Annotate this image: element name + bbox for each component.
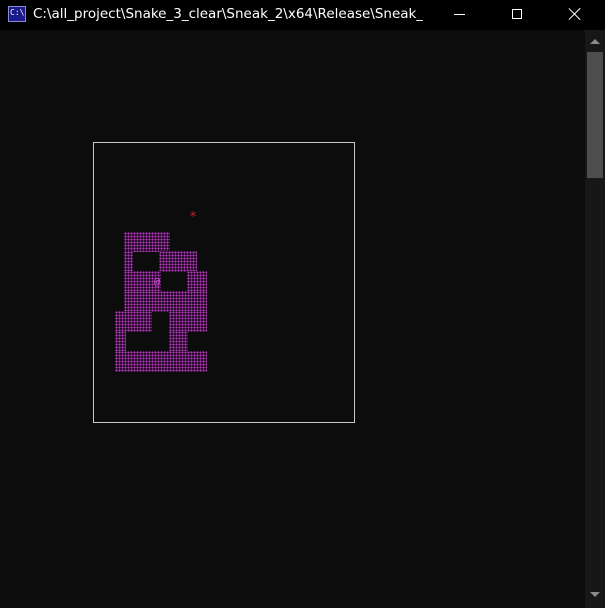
scroll-up-arrow-icon[interactable] <box>590 39 600 44</box>
app-icon-text: C:\ <box>10 8 25 17</box>
snake-body-segment <box>124 291 207 312</box>
vertical-scrollbar[interactable] <box>585 30 605 608</box>
snake-body-segment <box>124 251 133 272</box>
snake-body-segment <box>115 311 152 332</box>
title-bar[interactable]: C:\ C:\all_project\Snake_3_clear\Sneak_2… <box>0 0 605 30</box>
snake-body-segment <box>115 331 126 352</box>
console-window: C:\ C:\all_project\Snake_3_clear\Sneak_2… <box>0 0 605 608</box>
minimize-button[interactable] <box>436 0 482 30</box>
close-button[interactable] <box>552 0 598 30</box>
food-item: * <box>189 210 197 225</box>
snake-body-segment <box>124 232 170 252</box>
scrollbar-thumb[interactable] <box>587 52 603 178</box>
snake-body-segment <box>169 311 207 332</box>
minimize-icon <box>454 14 465 15</box>
maximize-button[interactable] <box>494 0 540 30</box>
snake-body-segment <box>169 331 188 352</box>
snake-body-segment <box>115 351 207 372</box>
scroll-down-arrow-icon[interactable] <box>590 592 600 597</box>
window-title: C:\all_project\Snake_3_clear\Sneak_2\x64… <box>33 6 423 22</box>
snake-head: @ <box>153 275 161 288</box>
snake-body-segment <box>187 271 207 293</box>
close-icon <box>569 8 581 20</box>
maximize-icon <box>512 9 522 19</box>
snake-body-segment <box>159 251 197 272</box>
console-app-icon[interactable]: C:\ <box>8 6 26 22</box>
